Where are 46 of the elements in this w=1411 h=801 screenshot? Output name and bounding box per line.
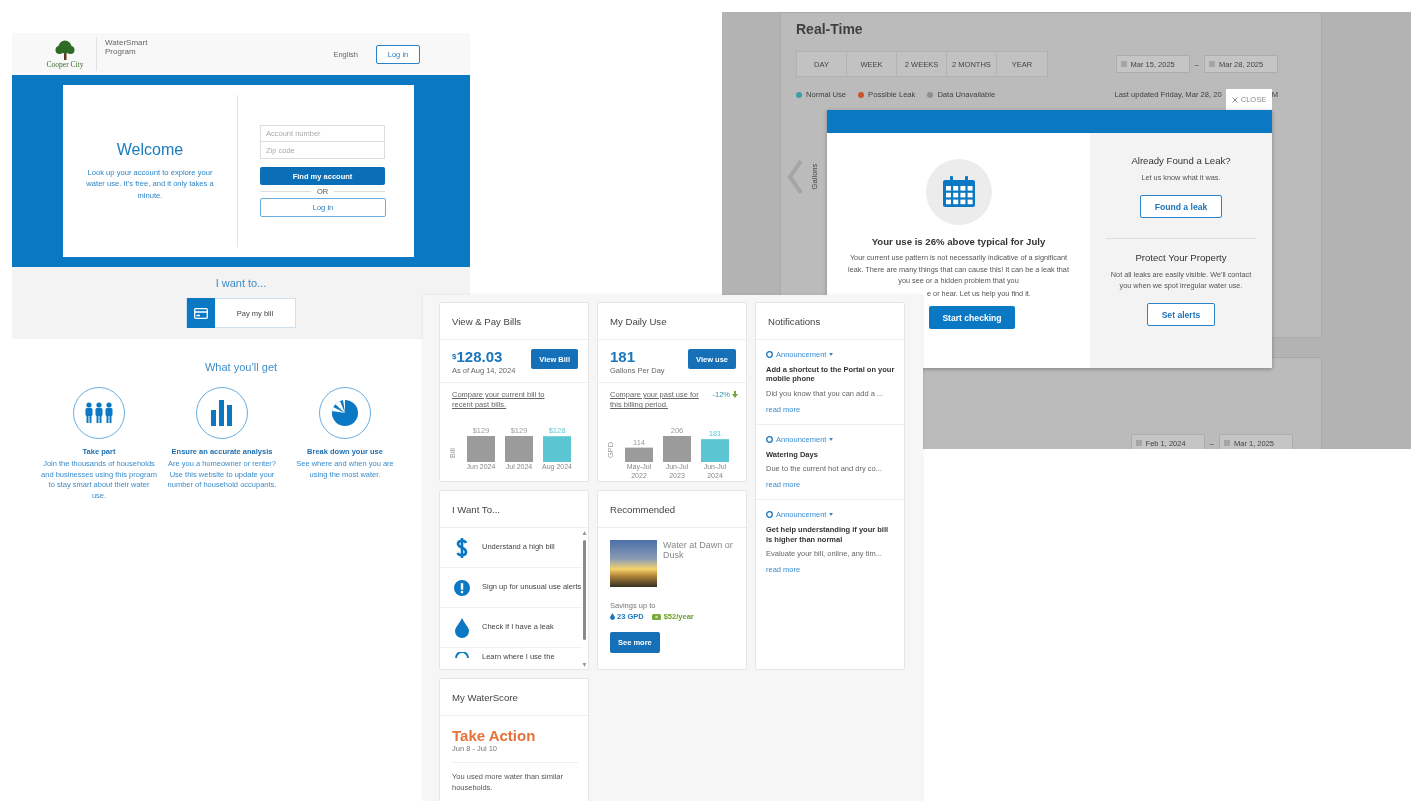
pie-chart-icon [331, 399, 359, 427]
card-title: Recommended [598, 491, 746, 528]
water-drop-icon [455, 617, 469, 638]
scrollbar[interactable] [582, 530, 587, 668]
tree-icon [54, 39, 76, 60]
section-title: Already Found a Leak? [1131, 154, 1231, 168]
card-title: Notifications [756, 303, 904, 340]
exclamation-icon [454, 579, 470, 596]
dollar-icon [456, 536, 468, 559]
welcome-title: Welcome [116, 140, 184, 159]
bar [663, 436, 691, 463]
water-drop-icon [610, 613, 615, 620]
panel-title: Real-Time [796, 21, 864, 37]
bar [467, 436, 495, 463]
section-title: I want to... [215, 277, 267, 289]
set-alerts-button[interactable]: Set alerts [1146, 303, 1216, 326]
score-status: Take Action [452, 727, 537, 744]
range-separator: – [1209, 438, 1214, 448]
found-leak-button[interactable]: Found a leak [1139, 195, 1223, 218]
down-arrow-icon [732, 391, 738, 398]
card-title: My WaterScore [440, 679, 588, 716]
caret-icon [829, 437, 834, 441]
photo-placeholder [610, 540, 657, 587]
tip-title: Water at Dawn or Dusk [663, 540, 734, 563]
card-title: My Daily Use [598, 303, 746, 340]
bill-amount: $^{$}$128.03 [452, 349, 504, 365]
close-icon [1231, 96, 1238, 103]
section-title: Protect Your Property [1135, 251, 1227, 265]
bar [701, 439, 729, 463]
program-name: WaterSmart Program [105, 38, 149, 57]
daily-use-value: 181 [610, 349, 637, 365]
dialog-headline: Your use is 26% above typical for July [871, 235, 1046, 249]
bar [505, 436, 533, 463]
card-title: I Want To... [440, 491, 588, 528]
credit-card-icon [194, 307, 208, 319]
card-title: View & Pay Bills [440, 303, 588, 340]
section-title: What you’ll get [204, 361, 278, 373]
caret-icon [829, 513, 834, 517]
bar [543, 436, 571, 463]
people-icon [84, 402, 114, 424]
start-checking-button[interactable]: Start checking [929, 306, 1015, 329]
range-separator: – [1194, 59, 1199, 69]
bar-chart-icon [210, 400, 234, 426]
money-icon [651, 613, 661, 620]
bar [625, 447, 653, 463]
calendar-icon [941, 176, 976, 208]
